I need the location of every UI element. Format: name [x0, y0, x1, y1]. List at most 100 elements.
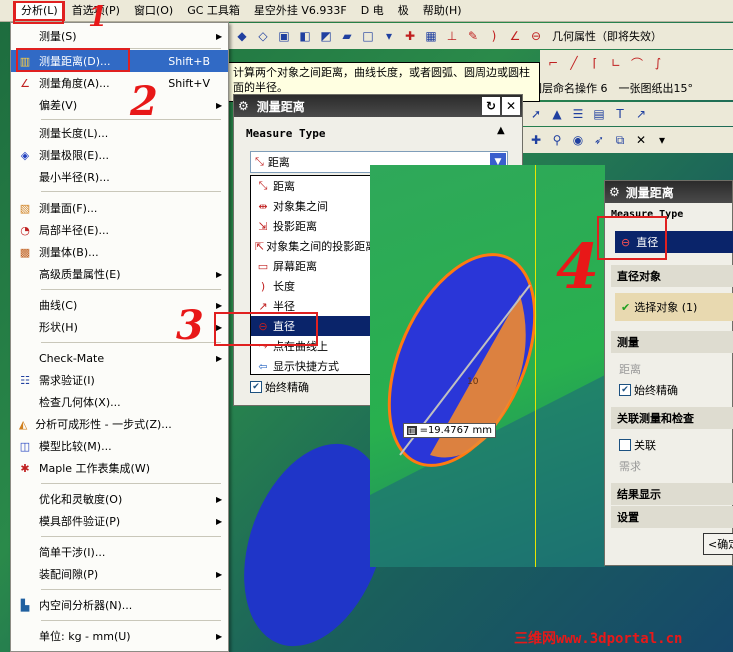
dimension-icon[interactable]: ✎: [464, 27, 482, 45]
dropdown-arrow-icon[interactable]: ▾: [380, 27, 398, 45]
menu-item-maple[interactable]: ✱ Maple 工作表集成(W): [11, 457, 228, 479]
menu-item-measure[interactable]: 测量(S) ▶: [11, 25, 228, 47]
add-icon[interactable]: ✚: [527, 131, 545, 149]
checkbox-checked[interactable]: ✔: [619, 384, 631, 396]
cursor-add-icon[interactable]: ➶: [590, 131, 608, 149]
option-projected-distance[interactable]: ⇲ 投影距离: [251, 216, 371, 236]
step-number-4: 4: [556, 230, 600, 303]
menu-item-check-mate[interactable]: Check-Mate ▶: [11, 347, 228, 369]
menu-xingkong[interactable]: 星空外挂 V6.933F: [247, 1, 354, 21]
checkbox-unchecked[interactable]: [619, 439, 631, 451]
copy-icon[interactable]: ⧉: [611, 131, 629, 149]
angle-mark-icon[interactable]: ∟: [607, 54, 625, 72]
pin-icon[interactable]: ⚲: [548, 131, 566, 149]
geometry-attr-label[interactable]: 几何属性（即将失效）: [548, 28, 666, 44]
menu-item-mass-properties[interactable]: 高级质量属性(E) ▶: [11, 263, 228, 285]
select-object-label: 选择对象 (1): [634, 301, 698, 314]
close-icon[interactable]: ✕: [632, 131, 650, 149]
menu-item-measure-length[interactable]: 测量长度(L)...: [11, 122, 228, 144]
option-show-shortcuts[interactable]: ⇦ 显示快捷方式: [251, 356, 371, 376]
menu-item-interference[interactable]: 简单干涉(I)...: [11, 541, 228, 563]
grid-icon[interactable]: ▦: [422, 27, 440, 45]
menu-item-measure-limit[interactable]: ◈ 测量极限(E)...: [11, 144, 228, 166]
target-icon[interactable]: ◉: [569, 131, 587, 149]
fillet-icon[interactable]: ⌒: [628, 54, 646, 72]
associative-section[interactable]: 关联测量和检查: [611, 407, 733, 429]
settings-section[interactable]: 设置: [611, 506, 733, 528]
cursor-icon[interactable]: ➚: [527, 105, 545, 123]
menu-item-model-compare[interactable]: ◫ 模型比较(M)...: [11, 435, 228, 457]
snap-icon[interactable]: ✚: [401, 27, 419, 45]
reset-icon[interactable]: ↻: [482, 97, 500, 115]
gear-icon[interactable]: ⚙: [238, 99, 249, 113]
ok-button[interactable]: <确定: [703, 533, 733, 555]
gear-icon[interactable]: ⚙: [609, 185, 620, 199]
model-viewport[interactable]: 10 ▥ =19.4767 mm: [370, 165, 605, 567]
always-exact-option[interactable]: ✔ 始终精确: [619, 382, 678, 398]
menu-gc-toolbox[interactable]: GC 工具箱: [180, 1, 247, 21]
box-select-icon[interactable]: □: [359, 27, 377, 45]
select-object-row[interactable]: ✔ 选择对象 (1): [615, 293, 733, 321]
option-screen-distance[interactable]: ▭ 屏幕距离: [251, 256, 371, 276]
menu-item-requirements[interactable]: ☷ 需求验证(I): [11, 369, 228, 391]
list-icon[interactable]: ☰: [569, 105, 587, 123]
menu-separator: [41, 620, 221, 621]
arc-icon[interactable]: ): [485, 27, 503, 45]
associative-option[interactable]: 关联: [619, 437, 656, 453]
table-icon[interactable]: ▤: [590, 105, 608, 123]
folder-icon[interactable]: ▰: [338, 27, 356, 45]
menu-help[interactable]: 帮助(H): [416, 1, 469, 21]
chevron-up-icon[interactable]: ▲: [497, 125, 513, 141]
angle-icon[interactable]: ∠: [506, 27, 524, 45]
chevron-down-icon[interactable]: ▾: [653, 131, 671, 149]
option-distance[interactable]: ⤡ 距离: [251, 176, 371, 196]
measure-icon[interactable]: ⊥: [443, 27, 461, 45]
checkbox-checked[interactable]: ✔: [250, 381, 262, 393]
menu-item-formability[interactable]: ◭ 分析可成形性 - 一步式(Z)...: [11, 413, 228, 435]
menu-item-space-analyzer[interactable]: ▙ 内空间分析器(N)...: [11, 594, 228, 616]
menu-item-optimization[interactable]: 优化和灵敏度(O) ▶: [11, 488, 228, 510]
diameter-icon[interactable]: ⊖: [527, 27, 545, 45]
option-between-sets[interactable]: ⇹ 对象集之间: [251, 196, 371, 216]
menu-item-mold-validation[interactable]: 模具部件验证(P) ▶: [11, 510, 228, 532]
iso-view-icon[interactable]: ◩: [317, 27, 335, 45]
option-projected-between-sets[interactable]: ⇱ 对象集之间的投影距离: [251, 236, 376, 256]
cube-view-icon[interactable]: ◇: [254, 27, 272, 45]
menu-item-units[interactable]: 单位: kg - mm(U) ▶: [11, 625, 228, 647]
menu-item-min-radius[interactable]: 最小半径(R)...: [11, 166, 228, 188]
front-view-icon[interactable]: ▣: [275, 27, 293, 45]
option-length[interactable]: ) 长度: [251, 276, 371, 296]
menu-item-measure-face[interactable]: ▧ 测量面(F)...: [11, 197, 228, 219]
cube-icon[interactable]: ◆: [233, 27, 251, 45]
right-view-icon[interactable]: ◧: [296, 27, 314, 45]
curve-icon[interactable]: ∫: [649, 54, 667, 72]
menu-item-deviation[interactable]: 偏差(V) ▶: [11, 94, 228, 116]
result-display-section[interactable]: 结果显示: [611, 483, 733, 505]
menu-item-measure-body[interactable]: ▩ 测量体(B)...: [11, 241, 228, 263]
menu-item-check-geometry[interactable]: 检查几何体(X)...: [11, 391, 228, 413]
radius-icon: ◔: [20, 223, 30, 237]
submenu-arrow-icon: ▶: [216, 569, 223, 579]
menu-electric[interactable]: D 电: [354, 1, 391, 21]
menu-separator: [41, 289, 221, 290]
arrow-icon[interactable]: ↗: [632, 105, 650, 123]
blank-icon: [17, 491, 33, 507]
line-icon[interactable]: ╱: [565, 54, 583, 72]
toolbar-row-1: ◆ ◇ ▣ ◧ ◩ ▰ □ ▾ ✚ ▦ ⊥ ✎ ) ∠ ⊖ 几何属性（即将失效）: [229, 23, 733, 49]
menu-item-clearance[interactable]: 装配间隙(P) ▶: [11, 563, 228, 585]
text-icon[interactable]: T: [611, 105, 629, 123]
menu-window[interactable]: 窗口(O): [127, 1, 180, 21]
menu-item-measure-angle[interactable]: ∠ 测量角度(A)... Shift+V: [11, 72, 228, 94]
menu-item-local-radius[interactable]: ◔ 局部半径(E)...: [11, 219, 228, 241]
highlight-diameter-type: [597, 216, 667, 260]
one-sheet-label[interactable]: 一张图纸出15°: [615, 80, 698, 96]
blank-icon: [17, 544, 33, 560]
select-icon[interactable]: ▲: [548, 105, 566, 123]
always-exact-option[interactable]: ✔ 始终精确: [250, 379, 309, 395]
diameter-object-section[interactable]: 直径对象: [611, 265, 733, 287]
bracket-icon[interactable]: ⌈: [586, 54, 604, 72]
corner-icon[interactable]: ⌐: [544, 54, 562, 72]
menu-pole[interactable]: 极: [391, 1, 416, 21]
measure-section[interactable]: 测量: [611, 331, 733, 353]
close-icon[interactable]: ✕: [502, 97, 520, 115]
